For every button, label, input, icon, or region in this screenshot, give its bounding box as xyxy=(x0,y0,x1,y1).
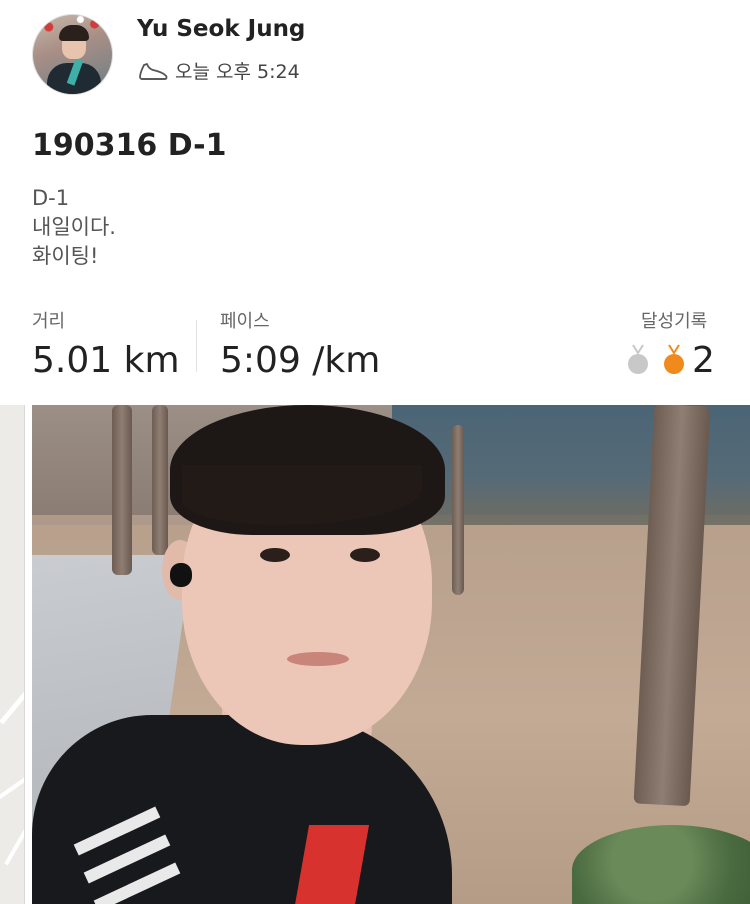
map-road xyxy=(4,828,24,866)
post-title: 190316 D-1 xyxy=(32,128,227,163)
user-name[interactable]: Yu Seok Jung xyxy=(137,16,305,42)
earbud xyxy=(170,563,192,587)
silver-medal-icon xyxy=(628,344,648,374)
achievements-label: 달성기록 xyxy=(641,311,708,332)
post-time: 오늘 오후 5:24 xyxy=(175,61,300,83)
achievements-count: 2 xyxy=(692,340,715,381)
bronze-medal-icon xyxy=(664,344,684,374)
pace-value: 5:09 /km xyxy=(220,340,381,381)
route-map-thumbnail[interactable] xyxy=(0,405,25,904)
map-road xyxy=(0,690,24,725)
running-shoe-icon xyxy=(139,62,168,80)
post-time-row: 오늘 오후 5:24 xyxy=(137,57,300,84)
user-avatar[interactable] xyxy=(32,14,113,95)
post-body-line: 내일이다. xyxy=(32,215,116,239)
pace-label: 페이스 xyxy=(220,311,270,332)
map-road xyxy=(0,773,24,801)
post-body-line: 화이팅! xyxy=(32,244,99,268)
run-photo[interactable] xyxy=(32,405,750,904)
post-body-line: D-1 xyxy=(32,186,70,210)
avatar-hair xyxy=(59,25,89,41)
distance-value: 5.01 km xyxy=(32,340,180,381)
distance-label: 거리 xyxy=(32,311,66,332)
post-body: D-1 내일이다. 화이팅! xyxy=(32,184,116,271)
stats-divider xyxy=(196,320,197,372)
